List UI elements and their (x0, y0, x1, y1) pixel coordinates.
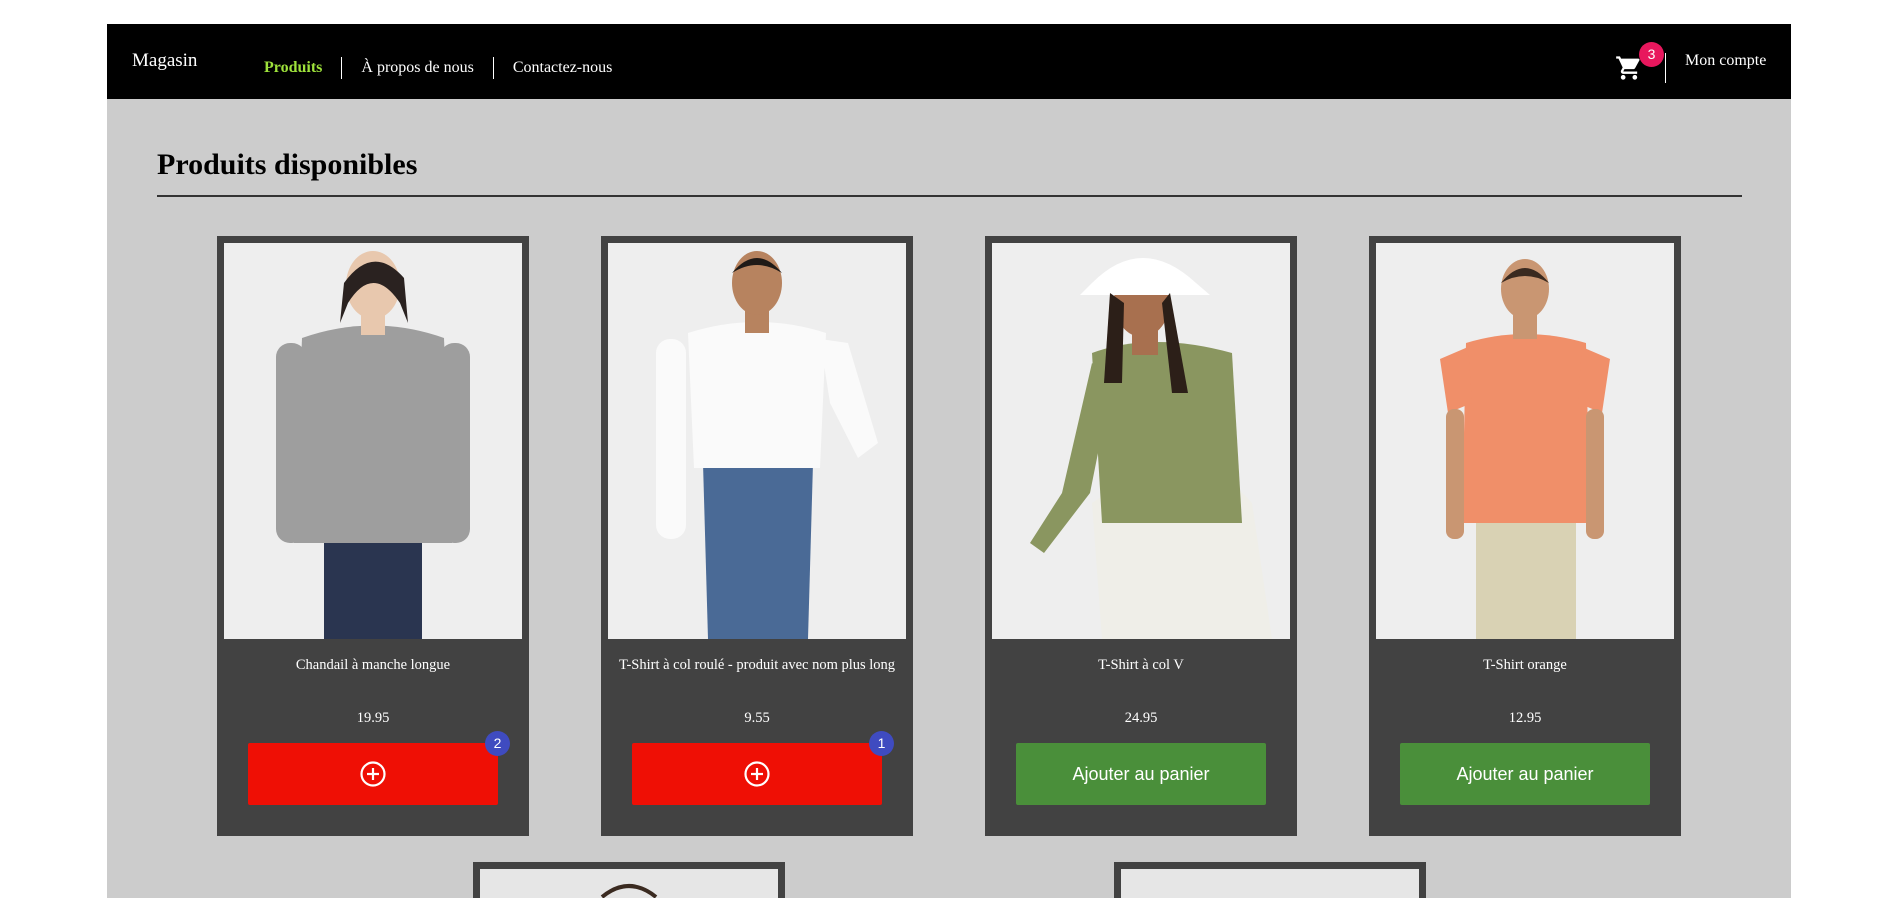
nav-links: Produits À propos de nous Contactez-nous (264, 57, 631, 79)
product-price: 12.95 (1508, 710, 1542, 726)
nav-link-produits[interactable]: Produits (264, 58, 341, 78)
product-card (1114, 862, 1426, 898)
product-card: T-Shirt orange 12.95 Ajouter au panier (1369, 236, 1681, 836)
add-to-cart-button[interactable]: Ajouter au panier (1016, 743, 1266, 805)
product-card: T-Shirt à col V 24.95 Ajouter au panier (985, 236, 1297, 836)
increase-quantity-button[interactable] (248, 743, 498, 805)
product-name: T-Shirt orange (1483, 657, 1567, 673)
quantity-badge: 1 (869, 731, 894, 756)
product-card: T-Shirt à col roulé - produit avec nom p… (601, 236, 913, 836)
nav-link-contact[interactable]: Contactez-nous (494, 58, 632, 78)
product-card: Chandail à manche longue 19.95 2 (217, 236, 529, 836)
product-price: 19.95 (356, 710, 390, 726)
app-frame: Magasin Produits À propos de nous Contac… (107, 24, 1791, 898)
increase-quantity-button[interactable] (632, 743, 882, 805)
page-title: Produits disponibles (157, 148, 418, 181)
title-divider (157, 195, 1742, 197)
product-image (224, 243, 522, 639)
account-link[interactable]: Mon compte (1685, 52, 1766, 70)
plus-circle-icon (744, 761, 770, 787)
nav-separator (1665, 53, 1666, 83)
brand-logo[interactable]: Magasin (132, 50, 197, 72)
product-card (473, 862, 785, 898)
add-to-cart-button[interactable]: Ajouter au panier (1400, 743, 1650, 805)
product-name: Chandail à manche longue (295, 657, 451, 673)
product-name: T-Shirt à col roulé - produit avec nom p… (618, 657, 896, 673)
nav-link-a-propos[interactable]: À propos de nous (342, 58, 492, 78)
plus-circle-icon (360, 761, 386, 787)
product-image (608, 243, 906, 639)
cart-button[interactable]: 3 (1615, 42, 1664, 82)
cart-count-badge: 3 (1639, 42, 1664, 67)
product-name: T-Shirt à col V (1098, 657, 1184, 673)
product-image (1376, 243, 1674, 639)
product-price: 9.55 (744, 710, 770, 726)
product-image (1121, 869, 1419, 898)
product-image (480, 869, 778, 898)
navbar: Magasin Produits À propos de nous Contac… (107, 24, 1791, 99)
product-image (992, 243, 1290, 639)
product-price: 24.95 (1124, 710, 1158, 726)
quantity-badge: 2 (485, 731, 510, 756)
